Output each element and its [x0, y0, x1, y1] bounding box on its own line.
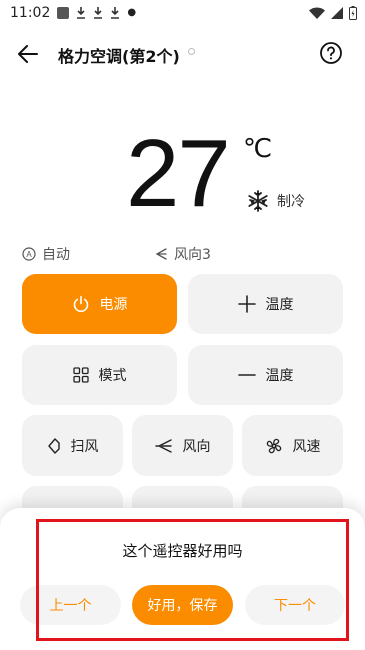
save-button[interactable]: 好用，保存 — [132, 585, 233, 625]
mode-button[interactable]: 模式 — [22, 345, 177, 405]
app-header: 格力空调(第2个) — [0, 38, 365, 68]
status-bar: 11:02 ● — [0, 0, 365, 26]
wind-direction-label: 风向3 — [174, 247, 211, 263]
wind-direction-status: 风向3 — [154, 244, 211, 264]
fan-speed-button[interactable]: 风速 — [242, 415, 343, 476]
mode-button-label: 模式 — [98, 368, 127, 384]
svg-text:A: A — [26, 250, 32, 259]
wifi-icon — [309, 7, 325, 19]
signal-icon — [331, 7, 343, 19]
back-button[interactable] — [14, 40, 42, 68]
temperature-value: 27 — [126, 120, 231, 227]
feedback-sheet — [0, 508, 365, 650]
power-label: 电源 — [99, 297, 128, 313]
wind-direction-button[interactable]: 风向 — [132, 415, 233, 476]
battery-icon — [349, 6, 357, 20]
sweep-label: 扫风 — [70, 438, 99, 455]
power-icon — [73, 295, 88, 313]
temperature-unit: ℃ — [243, 134, 273, 164]
power-button[interactable]: 电源 — [22, 274, 177, 334]
sweep-button[interactable]: 扫风 — [22, 415, 123, 476]
feedback-question: 这个遥控器好用吗 — [122, 542, 243, 560]
status-time: 11:02 — [10, 5, 51, 21]
status-left: 11:02 ● — [10, 5, 136, 21]
help-icon — [320, 42, 342, 64]
connection-status-icon — [188, 48, 195, 55]
next-button[interactable]: 下一个 — [245, 585, 345, 625]
sweep-icon — [47, 437, 60, 454]
auto-label: 自动 — [42, 247, 70, 263]
grid-icon — [72, 367, 89, 383]
mode-label: 制冷 — [277, 194, 305, 210]
download-icon — [94, 7, 103, 19]
plus-icon — [237, 295, 256, 313]
arrow-left-icon — [18, 45, 38, 63]
wind-direction-icon — [155, 248, 167, 260]
wind-direction-button-label: 风向 — [182, 438, 211, 455]
mode-indicator: 制冷 — [247, 190, 305, 212]
minus-icon — [237, 374, 256, 376]
download-icon — [111, 7, 120, 19]
temperature-up-button[interactable]: 温度 — [188, 274, 343, 334]
temperature-down-label: 温度 — [265, 368, 294, 384]
page-title: 格力空调(第2个) — [58, 47, 180, 66]
help-button[interactable] — [318, 40, 344, 66]
auto-mode-icon: A — [22, 247, 36, 261]
temperature-up-label: 温度 — [265, 297, 294, 313]
fan-speed-label: 风速 — [292, 438, 321, 455]
download-icon — [77, 7, 86, 19]
status-right — [309, 6, 357, 20]
fan-icon — [266, 438, 281, 453]
app-notification-icon — [57, 7, 70, 19]
temperature-down-button[interactable]: 温度 — [188, 345, 343, 405]
snowflake-icon — [248, 190, 268, 212]
wind-direction-icon — [154, 438, 172, 453]
more-notifications-icon: ● — [127, 7, 137, 18]
auto-status: A 自动 — [22, 244, 70, 264]
previous-button[interactable]: 上一个 — [20, 585, 121, 625]
